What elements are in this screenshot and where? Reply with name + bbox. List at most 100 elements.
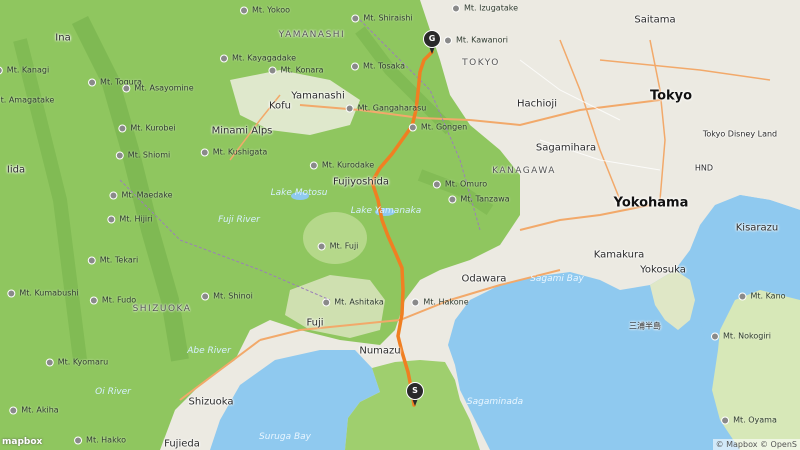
peak-label: Mt. Kawanori [443,36,508,45]
mapbox-logo[interactable]: mapbox [2,437,42,447]
city-label-fujieda: Fujieda [164,438,200,450]
city-label-kofu: Kofu [268,100,292,112]
peak-label: Mt. Shinoi [201,292,253,301]
mountain-icon [115,151,124,159]
mountain-icon [309,161,318,169]
mountain-icon [7,289,16,297]
mountain-icon [87,256,96,264]
peak-label: Mt. Kanagi [0,66,49,75]
city-label-yamanashi: Yamanashi [291,90,345,102]
peak-label: Mt. Kurodake [309,161,374,170]
prefecture-label-tokyo: TOKYO [462,58,500,68]
peak-label: Mt. Tosaka [350,62,405,71]
mountain-icon [240,6,249,14]
mountain-icon [107,215,116,223]
peak-label: Mt. Yokoo [240,6,290,15]
mountain-icon [317,242,326,250]
mountain-icon [45,358,54,366]
mountain-icon [738,292,747,300]
peak-label: Mt. Izugatake [451,4,518,13]
mountain-icon [74,436,83,444]
peak-label: Mt. Asayomine [122,84,194,93]
peak-label: Mt. Shiomi [115,151,170,160]
mountain-icon [201,292,210,300]
peak-label: Mt. Kushigata [200,148,267,157]
peak-label: Mt. Gangaharasu [345,104,426,113]
peak-label: Mt. Oyama [721,416,777,425]
city-label-sagamihara: Sagamihara [535,142,597,154]
peak-label: Mt. Akiha [9,406,59,415]
start-marker-label: S [412,386,418,395]
peninsula-label-miura: 三浦半島 [629,321,661,331]
peak-label: Mt. Konara [268,66,324,75]
city-label-fuji: Fuji [306,317,324,329]
peak-label: Mt. Kyomaru [45,358,108,367]
peak-label: Mt. Tanzawa [448,195,510,204]
peak-label: Mt. Ashitaka [322,298,384,307]
city-label-hachioji: Hachioji [517,98,557,110]
goal-marker-label: G [428,34,436,43]
airport-label-hnd: HND [694,163,714,173]
peak-label: Mt. Maedake [109,191,173,200]
peak-label: Mt. Shiraishi [351,14,413,23]
city-label-minami-alps: Minami Alps [211,125,273,137]
mountain-icon [411,298,420,306]
peak-label: Mt. Amagatake [0,95,55,105]
water-label-abe-river: Abe River [187,346,231,356]
water-label-sagaminada: Sagaminada [466,397,524,407]
map-canvas[interactable]: Tokyo Yokohama Saitama Hachioji Sagamiha… [0,0,800,450]
mountain-icon [408,123,417,131]
peak-label: Mt. Hijiri [107,215,153,224]
mountain-icon [220,54,228,62]
mountain-icon [448,195,457,203]
water-label-lake-motosu: Lake Motosu [270,188,328,198]
city-label-kamakura: Kamakura [593,249,645,261]
city-label-kisarazu: Kisarazu [735,222,779,234]
city-label-tokyo: Tokyo [649,88,693,104]
mountain-icon [122,84,131,92]
peak-label: Mt. Kurobei [118,124,176,133]
goal-marker[interactable]: G [423,30,441,56]
peak-label: Mt. Kumabushi [7,289,79,298]
mountain-icon [345,104,354,112]
city-label-iida: Iida [6,164,26,176]
mountain-icon [200,148,209,156]
city-label-odawara: Odawara [461,273,507,285]
mountain-icon [0,66,3,74]
mountain-icon [351,14,360,22]
city-label-shizuoka: Shizuoka [188,396,234,408]
peak-label: Mt. Gongen [408,123,467,132]
peak-label: Mt. Hakko [74,436,126,445]
mountain-icon [89,296,98,304]
peak-label: Mt. Hakone [411,298,469,307]
mountain-icon [268,66,277,74]
mountain-icon [432,180,441,188]
mountain-icon [109,191,118,199]
map-attribution[interactable]: © Mapbox © OpenS [712,439,800,450]
peak-label: Mt. Tekari [87,256,138,265]
mountain-icon [9,406,18,414]
water-label-oi-river: Oi River [95,387,131,397]
mountain-icon [710,332,719,340]
peak-label: Mt. Nokogiri [710,332,771,341]
prefecture-label-shizuoka: SHIZUOKA [132,304,192,314]
prefecture-label-yamanashi: YAMANASHI [278,30,346,40]
city-label-saitama: Saitama [634,14,676,26]
mountain-icon [88,78,97,86]
peak-label: Mt. Kayagadake [220,54,296,63]
peak-label: Mt. Fudo [89,296,136,305]
mountain-icon [443,36,452,44]
water-label-suruga-bay: Suruga Bay [259,432,311,442]
peak-label: Mt. Fuji [317,242,358,251]
water-label-fuji-river: Fuji River [218,215,260,225]
start-marker[interactable]: S [406,382,424,408]
city-label-fujiyoshida: Fujiyoshida [333,176,389,188]
prefecture-label-kanagawa: KANAGAWA [492,166,556,176]
city-label-yokohama: Yokohama [613,195,689,211]
city-label-yokosuka: Yokosuka [640,264,686,276]
poi-label-tokyo-disney: Tokyo Disney Land [702,129,778,139]
water-label-lake-yamanaka: Lake Yamanaka [350,206,422,216]
mountain-icon [350,62,359,70]
mountain-icon [118,124,127,132]
mountain-icon [451,4,460,12]
